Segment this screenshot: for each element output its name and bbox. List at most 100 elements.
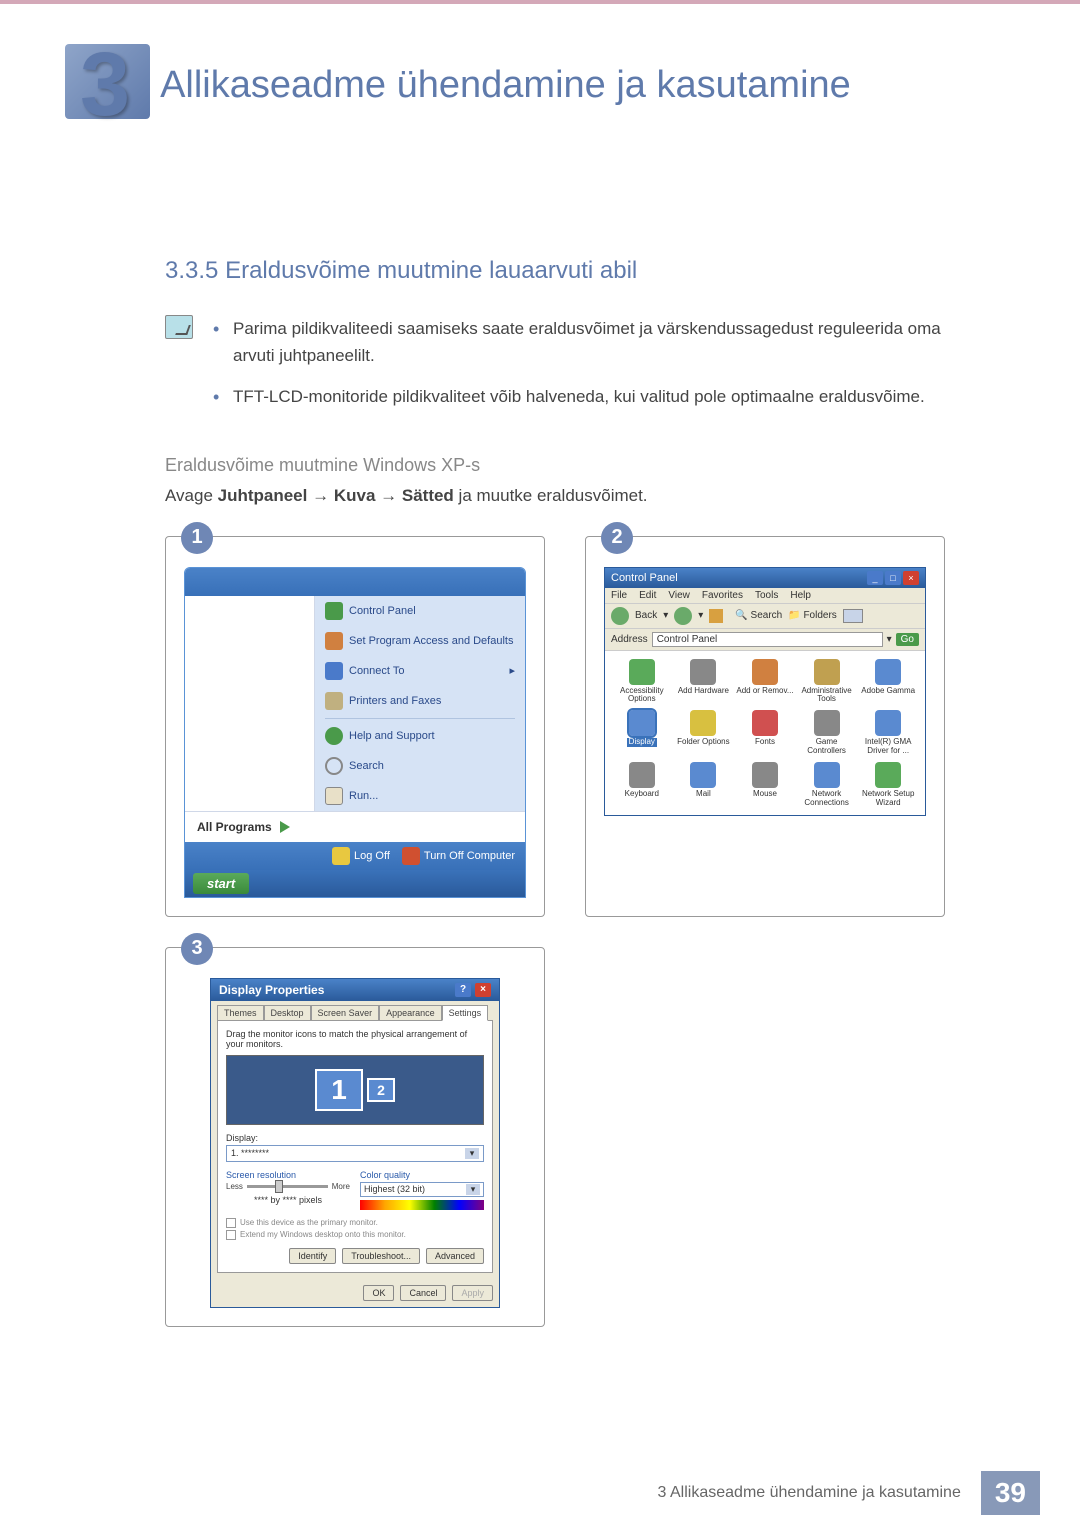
back-icon[interactable] [611,607,629,625]
page-number: 39 [981,1471,1040,1515]
menu-tools[interactable]: Tools [755,590,778,601]
cp-item[interactable]: Network Setup Wizard [859,762,917,808]
cp-item-icon [752,659,778,685]
close-button[interactable]: × [475,983,491,997]
printers-icon [325,692,343,710]
cp-item-icon [690,710,716,736]
chevron-down-icon[interactable]: ▾ [887,634,892,645]
cp-item[interactable]: Game Controllers [798,710,856,756]
close-button[interactable]: × [903,571,919,585]
dp-panel: Drag the monitor icons to match the phys… [217,1020,493,1273]
cp-item[interactable]: Mail [675,762,733,808]
start-item-control-panel[interactable]: Control Panel [315,596,525,626]
menu-view[interactable]: View [668,590,690,601]
menu-file[interactable]: File [611,590,627,601]
menu-edit[interactable]: Edit [639,590,656,601]
dp-button-row: Identify Troubleshoot... Advanced [226,1248,484,1264]
cp-item[interactable]: Mouse [736,762,794,808]
note-block: Parima pildikvaliteedi saamiseks saate e… [165,315,980,425]
apply-button[interactable]: Apply [452,1285,493,1301]
instr-arrow1: → [307,486,333,505]
cp-item[interactable]: Adobe Gamma [859,659,917,705]
menu-favorites[interactable]: Favorites [702,590,743,601]
view-mode-icon[interactable] [843,609,863,623]
slider-thumb[interactable] [275,1180,283,1193]
display-dropdown[interactable]: 1. ******** ▾ [226,1145,484,1162]
step-badge-1: 1 [181,522,213,554]
cp-item[interactable]: Add Hardware [675,659,733,705]
monitor-1[interactable]: 1 [315,1069,363,1111]
address-field[interactable]: Control Panel [652,632,883,647]
color-quality-dropdown[interactable]: Highest (32 bit) ▾ [360,1182,484,1197]
folders-label[interactable]: 📁 Folders [788,610,837,621]
cp-item[interactable]: Display [613,710,671,756]
cp-item[interactable]: Administrative Tools [798,659,856,705]
cancel-button[interactable]: Cancel [400,1285,446,1301]
cp-item-icon [814,762,840,788]
dp-footer-buttons: OK Cancel Apply [211,1279,499,1307]
tab-themes[interactable]: Themes [217,1005,264,1020]
troubleshoot-button[interactable]: Troubleshoot... [342,1248,420,1264]
resolution-slider[interactable]: Less More [226,1182,350,1191]
start-menu-left [185,596,315,811]
monitor-2[interactable]: 2 [367,1078,395,1102]
chevron-down-icon[interactable]: ▾ [698,610,703,621]
connect-icon [325,662,343,680]
log-off-button[interactable]: Log Off [332,847,390,865]
menu-help[interactable]: Help [790,590,811,601]
tab-desktop[interactable]: Desktop [264,1005,311,1020]
monitor-arrangement[interactable]: 1 2 [226,1055,484,1125]
slider-more: More [332,1182,350,1191]
start-item-connect[interactable]: Connect To▸ [315,656,525,686]
maximize-button[interactable]: □ [885,571,901,585]
bullet-item: TFT-LCD-monitoride pildikvaliteet võib h… [213,383,980,410]
bullet-list: Parima pildikvaliteedi saamiseks saate e… [213,315,980,425]
advanced-button[interactable]: Advanced [426,1248,484,1264]
cp-item[interactable]: Add or Remov... [736,659,794,705]
minimize-button[interactable]: _ [867,571,883,585]
up-icon[interactable] [709,609,723,623]
cp-item[interactable]: Keyboard [613,762,671,808]
start-item-program-access[interactable]: Set Program Access and Defaults [315,626,525,656]
forward-icon[interactable] [674,607,692,625]
all-programs[interactable]: All Programs [185,811,525,842]
start-item-search[interactable]: Search [315,751,525,781]
cp-item[interactable]: Intel(R) GMA Driver for ... [859,710,917,756]
go-button[interactable]: Go [896,633,919,646]
tab-appearance[interactable]: Appearance [379,1005,442,1020]
start-button[interactable]: start [193,873,249,894]
ok-button[interactable]: OK [363,1285,394,1301]
dp-columns: Screen resolution Less More **** by ****… [226,1170,484,1210]
start-item-label: Help and Support [349,730,435,742]
log-off-icon [332,847,350,865]
chevron-down-icon: ▾ [465,1148,479,1159]
start-item-help[interactable]: Help and Support [315,721,525,751]
cp-item-label: Keyboard [625,790,659,799]
tab-screensaver[interactable]: Screen Saver [311,1005,380,1020]
cp-item-icon [629,659,655,685]
search-label[interactable]: 🔍 Search [735,610,782,621]
help-button[interactable]: ? [455,983,471,997]
color-quality-column: Color quality Highest (32 bit) ▾ [360,1170,484,1210]
chevron-down-icon[interactable]: ▾ [663,610,668,621]
start-item-printers[interactable]: Printers and Faxes [315,686,525,716]
checkbox-icon [226,1230,236,1240]
content: 3.3.5 Eraldusvõime muutmine lauaarvuti a… [0,257,1080,1327]
go-label: Go [901,634,914,645]
dp-checkboxes: Use this device as the primary monitor. … [226,1218,484,1240]
start-item-run[interactable]: Run... [315,781,525,811]
cp-item[interactable]: Network Connections [798,762,856,808]
step-badge-3: 3 [181,933,213,965]
turn-off-label: Turn Off Computer [424,850,515,862]
cp-item[interactable]: Folder Options [675,710,733,756]
cp-item-label: Fonts [755,738,775,747]
turn-off-button[interactable]: Turn Off Computer [402,847,515,865]
primary-monitor-checkbox[interactable]: Use this device as the primary monitor. [226,1218,484,1228]
identify-button[interactable]: Identify [289,1248,336,1264]
cp-item[interactable]: Accessibility Options [613,659,671,705]
chapter-number-text: 3 [80,35,130,135]
cp-item[interactable]: Fonts [736,710,794,756]
instr-arrow2: → [375,486,401,505]
tab-settings[interactable]: Settings [442,1005,489,1021]
extend-desktop-checkbox[interactable]: Extend my Windows desktop onto this moni… [226,1230,484,1240]
